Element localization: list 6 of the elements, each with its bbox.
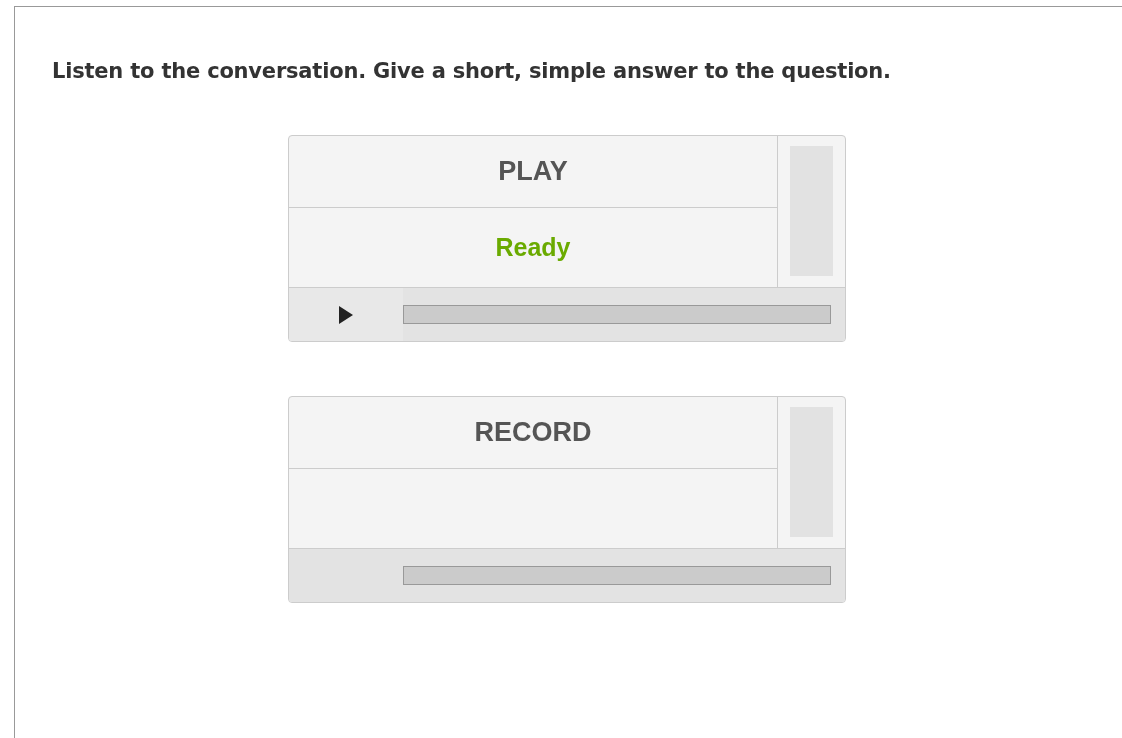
play-icon <box>339 305 353 324</box>
instruction-text: Listen to the conversation. Give a short, simple answer to the question. <box>51 58 892 83</box>
panel-title: RECORD <box>474 417 592 448</box>
play-button[interactable] <box>289 288 403 341</box>
status-text: Ready <box>495 233 571 262</box>
panel-title: PLAY <box>498 156 568 187</box>
